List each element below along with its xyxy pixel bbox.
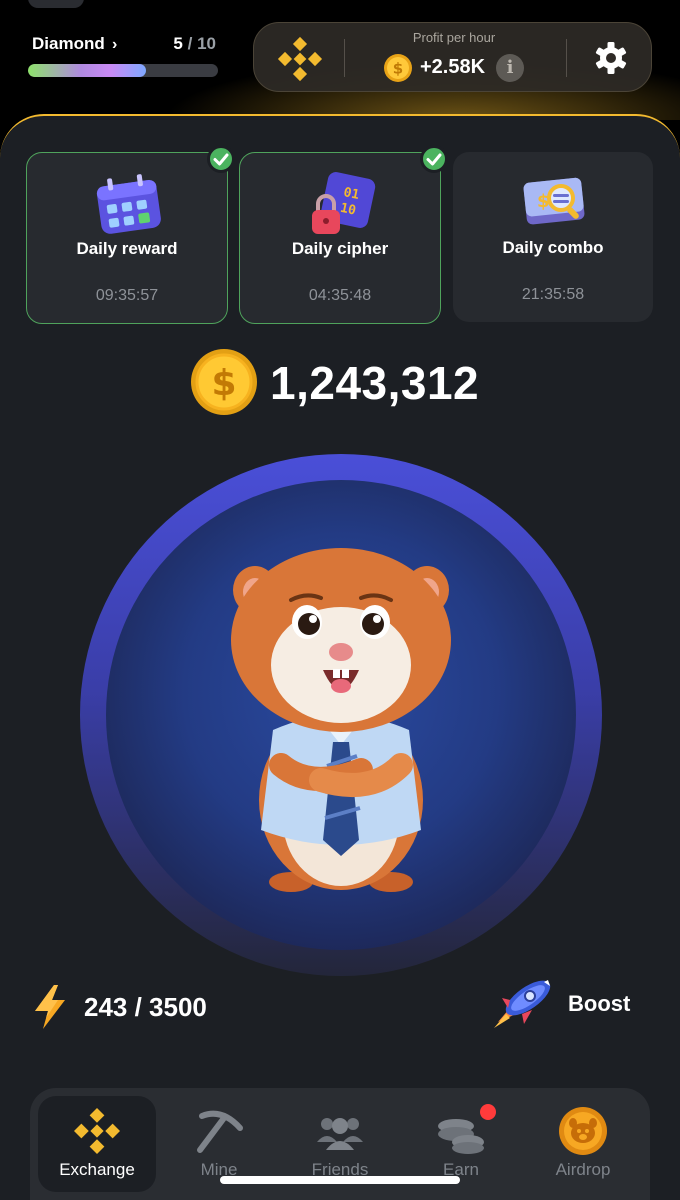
- gear-icon[interactable]: [594, 41, 628, 75]
- boost-label: Boost: [568, 991, 631, 1016]
- back-button-edge[interactable]: [28, 0, 84, 8]
- rocket-icon: [494, 980, 551, 1028]
- info-icon[interactable]: i: [496, 54, 524, 82]
- binance-icon: [74, 1108, 120, 1154]
- daily-cipher-card[interactable]: 01 10 Daily cipher 04:35:48: [239, 145, 448, 324]
- divider: [344, 39, 345, 77]
- card-title: Daily reward: [76, 239, 178, 258]
- nav-label: Airdrop: [555, 1160, 611, 1179]
- daily-reward-card[interactable]: Daily reward 09:35:57: [26, 145, 235, 324]
- divider: [566, 39, 567, 77]
- level-link[interactable]: Diamond › 5 / 10: [32, 34, 218, 56]
- daily-combo-card[interactable]: $ Daily combo 21:35:58: [453, 152, 653, 322]
- nav-label: Exchange: [59, 1160, 135, 1179]
- level-progress-fill: [28, 64, 146, 77]
- binance-icon[interactable]: [276, 35, 324, 83]
- check-icon: [207, 145, 235, 173]
- coins-icon: [438, 1119, 484, 1154]
- lightning-icon: [35, 985, 65, 1029]
- svg-text:$: $: [393, 60, 403, 78]
- card-timer: 21:35:58: [521, 286, 585, 303]
- coin-icon: $: [384, 54, 412, 82]
- level-count: 5 / 10: [173, 34, 216, 53]
- top-bar: Diamond › 5 / 10 Profit per hour $ +2.58…: [0, 0, 680, 120]
- hamster-character: [231, 548, 451, 892]
- home-indicator: [220, 1176, 460, 1184]
- nav-item-exchange[interactable]: Exchange: [38, 1096, 156, 1192]
- nav-item-airdrop[interactable]: Airdrop: [524, 1096, 642, 1192]
- cipher-lock-icon: 01 10: [312, 172, 376, 234]
- card-timer: 04:35:48: [308, 287, 372, 304]
- profit-value: +2.58K: [420, 56, 486, 78]
- level-progress-bar: [28, 64, 218, 77]
- main-panel: Daily reward 09:35:57 01 10 Daily cipher…: [0, 114, 680, 1200]
- profit-panel: Profit per hour $ +2.58K i: [253, 22, 652, 92]
- card-title: Daily cipher: [291, 239, 389, 258]
- profit-label: Profit per hour: [412, 30, 496, 45]
- calendar-icon: [96, 174, 161, 234]
- svg-text:$: $: [211, 363, 236, 404]
- combo-magnifier-icon: $: [523, 177, 585, 225]
- card-title: Daily combo: [502, 238, 604, 257]
- balance-value: 1,243,312: [270, 357, 480, 409]
- notification-dot: [480, 1104, 496, 1120]
- hamster-coin-icon: [559, 1107, 607, 1155]
- friends-icon: [317, 1118, 363, 1150]
- pickaxe-icon: [197, 1110, 243, 1153]
- tap-area[interactable]: [80, 454, 602, 976]
- check-icon: [420, 145, 448, 173]
- chevron-right-icon: ›: [112, 36, 118, 53]
- tap-circle[interactable]: [106, 480, 576, 950]
- energy-value: 243 / 3500: [84, 992, 207, 1022]
- card-timer: 09:35:57: [95, 287, 159, 304]
- level-name: Diamond: [32, 34, 105, 53]
- coin-icon: $: [191, 349, 257, 415]
- boost-button[interactable]: Boost: [490, 976, 640, 1032]
